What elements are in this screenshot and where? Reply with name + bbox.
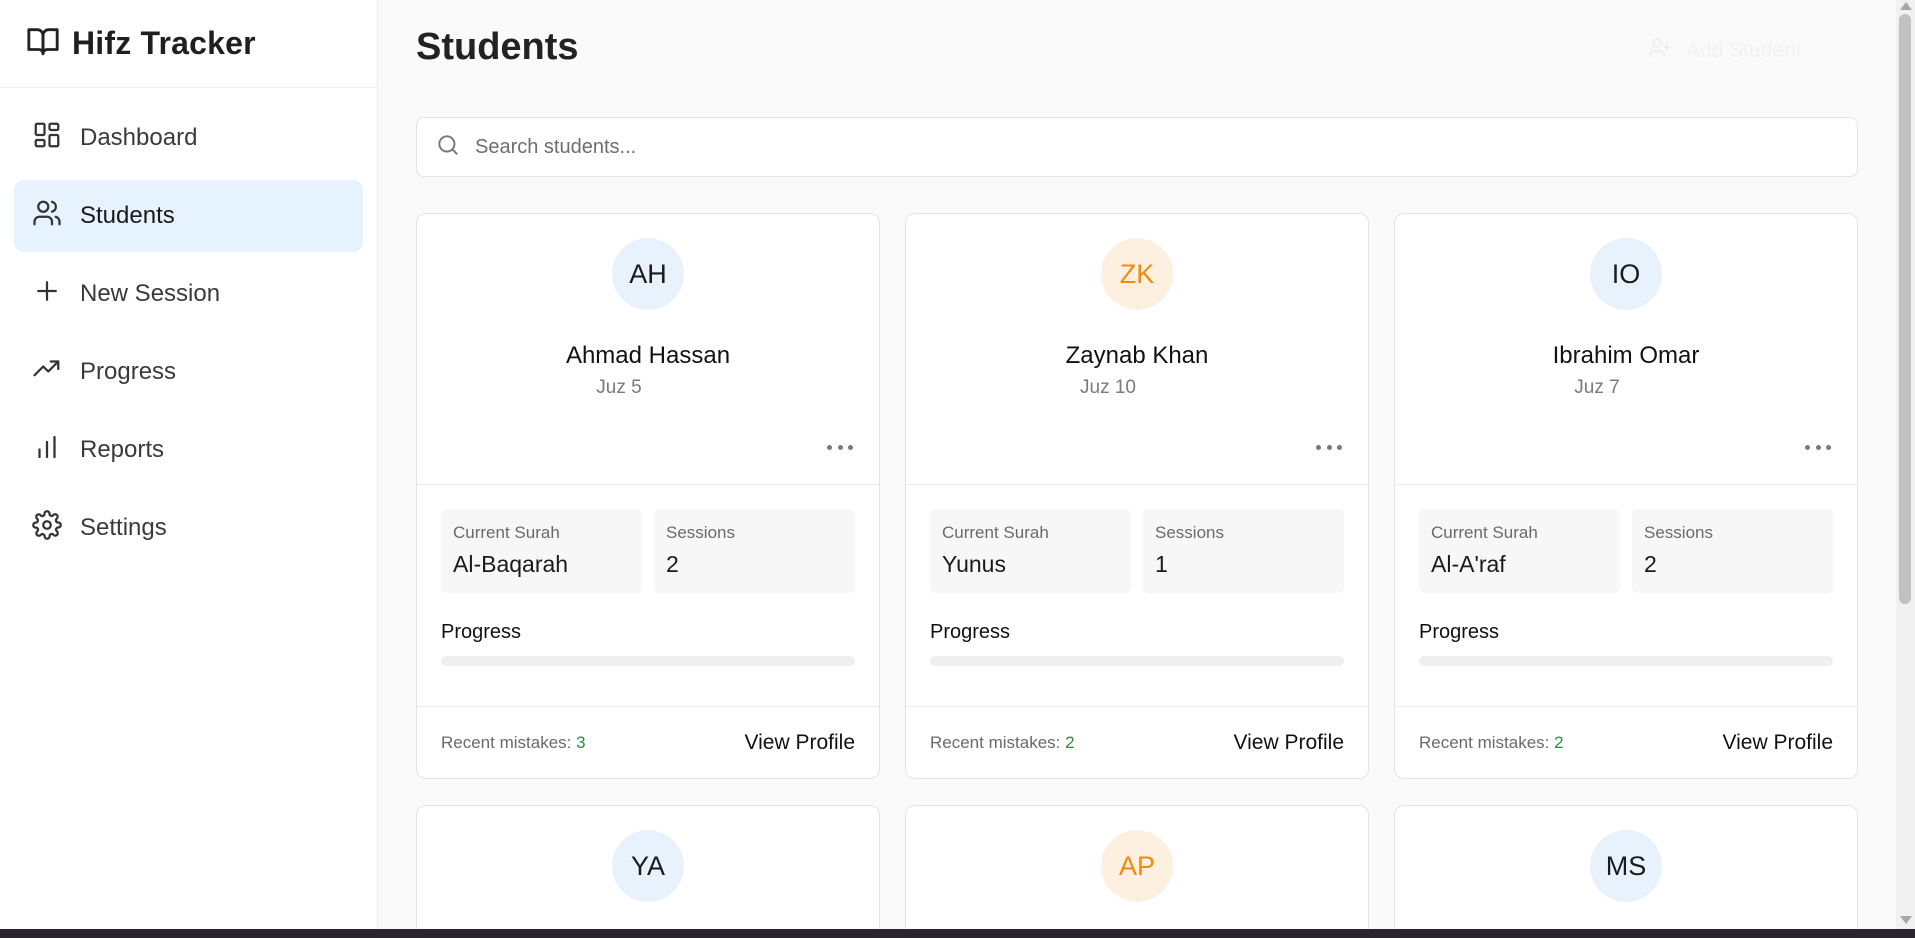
scrollbar-thumb[interactable] (1899, 14, 1911, 604)
stat-label: Sessions (666, 523, 735, 542)
more-options-icon[interactable] (1805, 442, 1831, 452)
student-card: AH Ahmad Hassan Juz 5 Current Surah Al-B… (416, 213, 880, 779)
student-card: MS (1394, 805, 1858, 938)
sidebar-item-label: Dashboard (80, 124, 198, 151)
gear-icon (32, 509, 62, 547)
progress-label: Progress (930, 621, 1011, 643)
trending-up-icon (32, 354, 62, 391)
sidebar-item-label: Progress (80, 358, 177, 385)
sidebar-item-students[interactable]: Students (14, 180, 363, 252)
search-input[interactable] (475, 135, 1775, 159)
sidebar-item-progress[interactable]: Progress (14, 336, 363, 408)
sidebar-item-label: New Session (80, 280, 221, 307)
main-content: Students Add Student AH Ahmad Hassan Juz… (378, 0, 1896, 938)
view-profile-button[interactable]: View Profile (1234, 731, 1345, 755)
stat-value: 2 (1644, 551, 1657, 577)
current-surah-stat: Current Surah Al-Baqarah (441, 509, 642, 593)
recent-mistakes: Recent mistakes: 3 (441, 733, 586, 753)
sidebar-item-label: Reports (80, 436, 165, 463)
search-icon (435, 132, 461, 163)
mistakes-label: Recent mistakes: (1419, 732, 1550, 752)
avatar: AP (1101, 830, 1173, 902)
mistakes-count: 2 (1554, 732, 1564, 752)
student-card: AP (905, 805, 1369, 938)
student-name: Zaynab Khan (1065, 342, 1209, 369)
progress-bar (1419, 656, 1833, 666)
progress-bar (441, 656, 855, 666)
sidebar: Hifz Tracker Dashboard Students New Sess… (0, 0, 378, 938)
mistakes-label: Recent mistakes: (441, 732, 572, 752)
student-juz: Juz 7 (1574, 377, 1620, 398)
sidebar-item-settings[interactable]: Settings (14, 492, 363, 564)
student-card: YA (416, 805, 880, 938)
recent-mistakes: Recent mistakes: 2 (930, 733, 1075, 753)
stat-label: Sessions (1155, 523, 1224, 542)
add-student-label: Add Student (1686, 39, 1802, 62)
progress-label: Progress (1419, 621, 1500, 643)
sessions-stat: Sessions 2 (1632, 509, 1833, 593)
current-surah-stat: Current Surah Yunus (930, 509, 1131, 593)
stat-label: Current Surah (942, 523, 1049, 542)
mistakes-count: 3 (576, 732, 586, 752)
app-title: Hifz Tracker (72, 25, 256, 61)
student-name: Ibrahim Omar (1552, 342, 1700, 369)
sidebar-item-dashboard[interactable]: Dashboard (14, 102, 363, 174)
stat-label: Current Surah (1431, 523, 1538, 542)
user-plus-icon (1648, 36, 1672, 66)
sessions-stat: Sessions 1 (1143, 509, 1344, 593)
view-profile-button[interactable]: View Profile (1723, 731, 1834, 755)
book-open-icon (26, 24, 60, 63)
users-icon (32, 198, 62, 235)
avatar: MS (1590, 830, 1662, 902)
more-options-icon[interactable] (1316, 442, 1342, 452)
student-juz: Juz 5 (596, 377, 642, 398)
brand[interactable]: Hifz Tracker (0, 0, 377, 88)
scrollbar[interactable] (1896, 0, 1915, 938)
dashboard-icon (32, 120, 62, 157)
stat-value: Al-A'raf (1431, 551, 1506, 577)
recent-mistakes: Recent mistakes: 2 (1419, 733, 1564, 753)
avatar: IO (1590, 238, 1662, 310)
sessions-stat: Sessions 2 (654, 509, 855, 593)
avatar: YA (612, 830, 684, 902)
mistakes-count: 2 (1065, 732, 1075, 752)
sidebar-item-new-session[interactable]: New Session (14, 258, 363, 330)
student-juz: Juz 10 (1080, 377, 1136, 398)
stat-value: Yunus (942, 551, 1006, 577)
view-profile-button[interactable]: View Profile (745, 731, 856, 755)
scroll-up-icon[interactable] (1900, 2, 1912, 10)
mistakes-label: Recent mistakes: (930, 732, 1061, 752)
stat-label: Current Surah (453, 523, 560, 542)
sidebar-item-label: Students (80, 202, 175, 229)
progress-label: Progress (441, 621, 522, 643)
avatar: AH (612, 238, 684, 310)
more-options-icon[interactable] (827, 442, 853, 452)
stat-label: Sessions (1644, 523, 1713, 542)
progress-bar (930, 656, 1344, 666)
sidebar-item-label: Settings (80, 514, 167, 541)
avatar: ZK (1101, 238, 1173, 310)
current-surah-stat: Current Surah Al-A'raf (1419, 509, 1620, 593)
sidebar-nav: Dashboard Students New Session Progress … (0, 88, 377, 584)
scroll-down-icon[interactable] (1900, 916, 1912, 924)
plus-icon (32, 276, 62, 313)
stat-value: 1 (1155, 551, 1168, 577)
search-bar[interactable] (416, 117, 1858, 177)
stat-value: Al-Baqarah (453, 551, 569, 577)
student-card: IO Ibrahim Omar Juz 7 Current Surah Al-A… (1394, 213, 1858, 779)
student-name: Ahmad Hassan (565, 342, 731, 369)
stat-value: 2 (666, 551, 679, 577)
page-title: Students (416, 26, 579, 68)
bar-chart-icon (32, 432, 62, 469)
student-card: ZK Zaynab Khan Juz 10 Current Surah Yunu… (905, 213, 1369, 779)
sidebar-item-reports[interactable]: Reports (14, 414, 363, 486)
add-student-button[interactable]: Add Student (1648, 36, 1802, 66)
taskbar (0, 929, 1915, 938)
